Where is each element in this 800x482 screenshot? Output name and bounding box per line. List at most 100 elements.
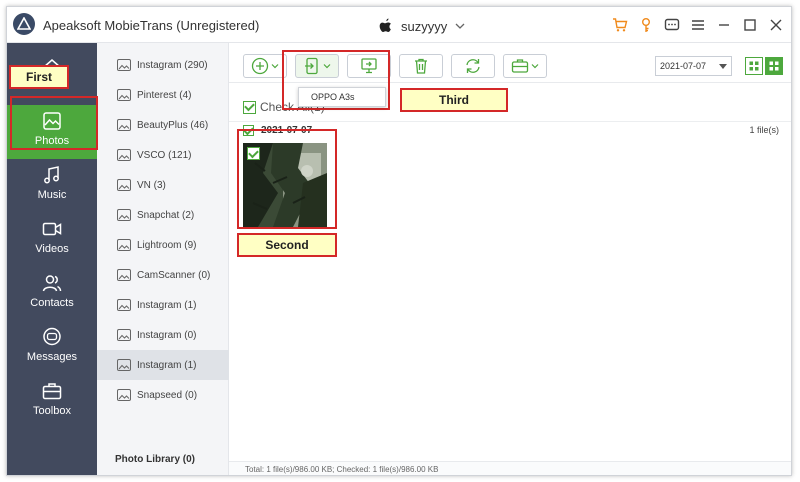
album-item[interactable]: Instagram (1) xyxy=(97,290,229,320)
album-item[interactable]: BeautyPlus (46) xyxy=(97,110,229,140)
group-checkbox[interactable] xyxy=(243,125,254,136)
device-selector[interactable]: suzyyyy xyxy=(379,17,465,35)
nav-label-toolbox: Toolbox xyxy=(33,405,71,417)
album-label: VN (3) xyxy=(137,179,166,191)
album-label: Lightroom (9) xyxy=(137,239,197,251)
photo-library-label[interactable]: Photo Library (0) xyxy=(115,454,195,465)
album-item[interactable]: VSCO (121) xyxy=(97,140,229,170)
app-logo-icon xyxy=(13,13,35,35)
status-bar: Total: 1 file(s)/986.00 KB; Checked: 1 f… xyxy=(229,461,791,475)
export-device-label: OPPO A3s xyxy=(311,92,355,102)
group-file-count: 1 file(s) xyxy=(749,125,779,135)
window-controls xyxy=(611,16,785,34)
grid-small-icon xyxy=(749,61,759,71)
left-nav: Photos Music Videos Contacts Messages To… xyxy=(7,43,97,475)
album-icon xyxy=(117,149,131,161)
phone-export-icon xyxy=(305,57,318,75)
briefcase-icon xyxy=(511,59,529,73)
photo-icon xyxy=(43,112,61,130)
album-label: Instagram (290) xyxy=(137,59,208,71)
refresh-button[interactable] xyxy=(451,54,495,78)
add-button[interactable] xyxy=(243,54,287,78)
nav-label-music: Music xyxy=(37,189,67,201)
toolbox-button[interactable] xyxy=(503,54,547,78)
key-icon[interactable] xyxy=(637,16,655,34)
close-icon[interactable] xyxy=(767,16,785,34)
nav-label-messages: Messages xyxy=(26,351,78,363)
album-item[interactable]: CamScanner (0) xyxy=(97,260,229,290)
pc-export-icon xyxy=(361,58,377,74)
album-icon xyxy=(117,59,131,71)
app-title: Apeaksoft MobieTrans (Unregistered) xyxy=(43,18,260,33)
main-content: 2021-07-07 OPPO A3s Check All(1) 2021-07… xyxy=(229,43,791,475)
nav-label-contacts: Contacts xyxy=(30,297,74,309)
photo-checkbox[interactable] xyxy=(247,147,260,160)
album-label: Instagram (0) xyxy=(137,329,197,341)
caret-down-icon xyxy=(719,64,727,69)
minimize-icon[interactable] xyxy=(715,16,733,34)
album-icon xyxy=(117,359,131,371)
chevron-down-icon xyxy=(271,64,279,69)
album-icon xyxy=(117,209,131,221)
album-label: VSCO (121) xyxy=(137,149,192,161)
album-item[interactable]: Instagram (290) xyxy=(97,50,229,80)
export-device-menu-item[interactable]: OPPO A3s xyxy=(298,87,386,107)
photo-thumbnail[interactable] xyxy=(243,143,327,227)
album-label: CamScanner (0) xyxy=(137,269,211,281)
nav-item-contacts[interactable]: Contacts xyxy=(7,267,97,321)
date-filter-value: 2021-07-07 xyxy=(660,61,707,71)
nav-item-toolbox[interactable]: Toolbox xyxy=(7,375,97,429)
device-name: suzyyyy xyxy=(401,18,448,34)
export-to-device-button[interactable] xyxy=(295,54,339,78)
album-icon xyxy=(117,389,131,401)
nav-item-photos[interactable]: Photos xyxy=(7,105,97,159)
album-item[interactable]: Pinterest (4) xyxy=(97,80,229,110)
list-view-button[interactable] xyxy=(745,57,763,75)
album-icon xyxy=(117,179,131,191)
refresh-icon xyxy=(466,59,480,73)
grid-view-button[interactable] xyxy=(765,57,783,75)
app-window: Apeaksoft MobieTrans (Unregistered) suzy… xyxy=(6,6,792,476)
export-to-pc-button[interactable] xyxy=(347,54,391,78)
album-label: Instagram (1) xyxy=(137,359,197,371)
album-list: Instagram (290) Pinterest (4) BeautyPlus… xyxy=(97,43,229,475)
album-item[interactable]: Lightroom (9) xyxy=(97,230,229,260)
album-icon xyxy=(117,89,131,101)
apple-icon xyxy=(379,18,391,32)
delete-button[interactable] xyxy=(399,54,443,78)
album-item-active[interactable]: Instagram (1) xyxy=(97,350,229,380)
album-item[interactable]: Instagram (0) xyxy=(97,320,229,350)
annotation-label-second: Second xyxy=(237,233,337,257)
nav-item-music[interactable]: Music xyxy=(7,159,97,213)
chevron-down-icon xyxy=(531,64,539,69)
album-item[interactable]: Snapseed (0) xyxy=(97,380,229,410)
date-filter-select[interactable]: 2021-07-07 xyxy=(655,56,732,76)
grid-large-icon xyxy=(769,61,779,71)
cart-icon[interactable] xyxy=(611,16,629,34)
chevron-down-icon xyxy=(323,64,331,69)
album-label: Pinterest (4) xyxy=(137,89,192,101)
album-item[interactable]: Snapchat (2) xyxy=(97,200,229,230)
annotation-label-first: First xyxy=(9,65,69,89)
feedback-icon[interactable] xyxy=(663,16,681,34)
nav-label-videos: Videos xyxy=(35,243,69,255)
album-label: Snapseed (0) xyxy=(137,389,198,401)
nav-item-messages[interactable]: Messages xyxy=(7,321,97,375)
album-label: BeautyPlus (46) xyxy=(137,119,209,131)
group-date: 2021-07-07 xyxy=(261,125,313,136)
menu-icon[interactable] xyxy=(689,16,707,34)
chevron-down-icon xyxy=(455,23,465,29)
annotation-label-third: Third xyxy=(400,88,508,112)
toolbox-icon xyxy=(42,383,62,400)
video-icon xyxy=(42,222,62,236)
maximize-icon[interactable] xyxy=(741,16,759,34)
album-item[interactable]: VN (3) xyxy=(97,170,229,200)
nav-item-videos[interactable]: Videos xyxy=(7,213,97,267)
album-icon xyxy=(117,119,131,131)
album-icon xyxy=(117,269,131,281)
check-all-checkbox[interactable] xyxy=(243,100,256,114)
album-icon xyxy=(117,329,131,341)
music-icon xyxy=(44,166,59,184)
nav-label-photos: Photos xyxy=(34,135,70,147)
album-icon xyxy=(117,239,131,251)
